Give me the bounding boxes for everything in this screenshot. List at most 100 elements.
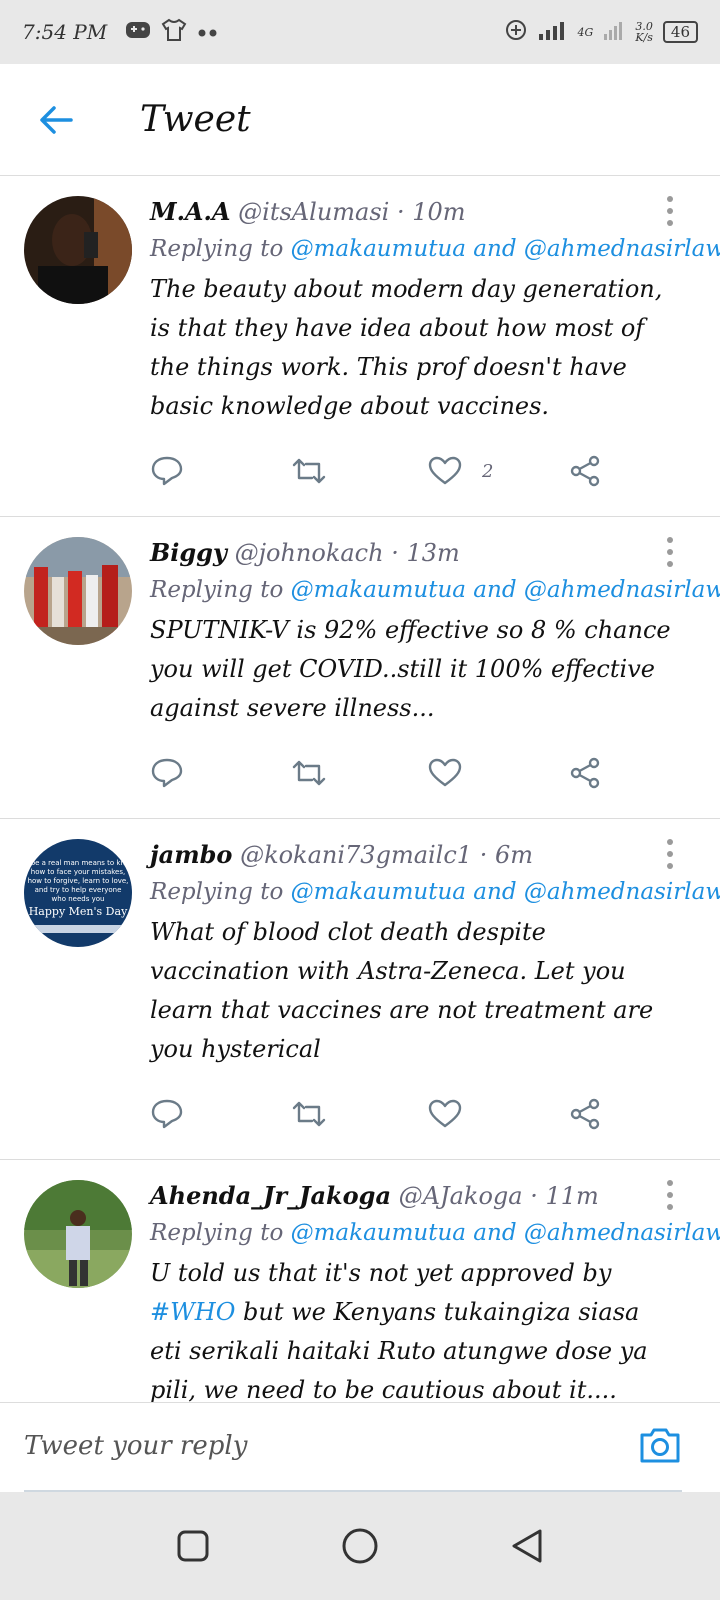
- heart-icon: [428, 456, 462, 485]
- status-time: 7:54 PM: [22, 20, 108, 44]
- mention-link[interactable]: @ahmednasirlaw: [524, 1220, 720, 1246]
- share-button[interactable]: [568, 757, 602, 789]
- tshirt-icon: [161, 18, 187, 46]
- like-button[interactable]: [428, 758, 568, 788]
- status-bar: 7:54 PM 4G 3.0 K/s 46: [0, 0, 720, 64]
- like-button[interactable]: 2: [428, 456, 568, 486]
- tweet-text: SPUTNIK-V is 92% effective so 8 % chance…: [150, 616, 671, 722]
- tweet-text: The beauty about modern day generation, …: [150, 275, 663, 420]
- square-icon: [177, 1530, 209, 1562]
- svg-text:and try to help everyone: and try to help everyone: [35, 886, 122, 894]
- replying-to: Replying to @makaumutua and @ahmednasirl…: [150, 230, 720, 268]
- reply-icon: [151, 1099, 183, 1129]
- heart-icon: [428, 758, 462, 787]
- more-notifications-icon: [197, 23, 219, 42]
- share-icon: [570, 455, 600, 487]
- retweet-button[interactable]: [290, 456, 428, 486]
- heart-icon: [428, 1099, 462, 1128]
- avatar[interactable]: To be a real man means to know how to fa…: [24, 839, 132, 947]
- signal-icon: [538, 19, 568, 45]
- retweet-icon: [292, 458, 326, 484]
- svg-text:who needs you: who needs you: [52, 895, 105, 903]
- user-handle[interactable]: @johnokach: [235, 539, 384, 567]
- user-handle[interactable]: @AJakoga: [399, 1182, 523, 1210]
- battery-indicator: 46: [662, 21, 698, 43]
- replying-to: Replying to @makaumutua and @ahmednasirl…: [150, 873, 720, 911]
- avatar[interactable]: [24, 1180, 132, 1288]
- timestamp: 13m: [406, 539, 460, 567]
- network-type: 4G: [577, 25, 594, 39]
- reply-button[interactable]: [150, 1098, 290, 1130]
- display-name[interactable]: M.A.A: [150, 197, 231, 226]
- display-name[interactable]: Biggy: [150, 538, 227, 567]
- svg-text:how to face your mistakes,: how to face your mistakes,: [31, 868, 125, 876]
- timestamp: 10m: [412, 198, 466, 226]
- tweet-actions: 2: [150, 426, 696, 516]
- avatar[interactable]: [24, 196, 132, 304]
- reply-feed[interactable]: M.A.A @itsAlumasi · 10m Replying to @mak…: [0, 176, 720, 1402]
- retweet-button[interactable]: [290, 758, 428, 788]
- tweet-text: U told us that it's not yet approved by …: [150, 1259, 648, 1402]
- tweet-text: What of blood clot death despite vaccina…: [150, 918, 654, 1063]
- retweet-button[interactable]: [290, 1099, 428, 1129]
- more-options-button[interactable]: [658, 196, 682, 226]
- more-options-button[interactable]: [658, 537, 682, 567]
- mention-link[interactable]: @ahmednasirlaw: [524, 879, 720, 905]
- circle-icon: [342, 1528, 378, 1564]
- timestamp: 11m: [545, 1182, 599, 1210]
- page-title: Tweet: [140, 99, 251, 140]
- reply-composer: Tweet your reply: [0, 1402, 720, 1492]
- like-count: 2: [482, 460, 494, 482]
- svg-text:how to forgive, learn to love,: how to forgive, learn to love,: [28, 877, 129, 885]
- tweet-item[interactable]: M.A.A @itsAlumasi · 10m Replying to @mak…: [0, 176, 720, 517]
- user-handle[interactable]: @itsAlumasi: [238, 198, 389, 226]
- data-saver-icon: [504, 18, 528, 46]
- reply-button[interactable]: [150, 757, 290, 789]
- reply-input[interactable]: Tweet your reply: [24, 1421, 614, 1471]
- signal-icon-2: [603, 19, 625, 45]
- mention-link[interactable]: @ahmednasirlaw: [524, 577, 720, 603]
- tweet-actions: [150, 1069, 696, 1159]
- tweet-item[interactable]: Ahenda_Jr_Jakoga @AJakoga · 11m Replying…: [0, 1160, 720, 1402]
- svg-text:Happy Men's Day: Happy Men's Day: [29, 905, 128, 918]
- mention-link[interactable]: @makaumutua: [291, 236, 466, 262]
- tweet-item[interactable]: To be a real man means to know how to fa…: [0, 819, 720, 1160]
- top-bar: Tweet: [0, 64, 720, 176]
- avatar[interactable]: [24, 537, 132, 645]
- gamepad-icon: [125, 19, 151, 45]
- display-name[interactable]: Ahenda_Jr_Jakoga: [150, 1181, 391, 1210]
- mention-link[interactable]: @makaumutua: [291, 879, 466, 905]
- back-nav-button[interactable]: [497, 1516, 557, 1576]
- user-handle[interactable]: @kokani73gmailc1: [240, 841, 472, 869]
- like-button[interactable]: [428, 1099, 568, 1129]
- reply-button[interactable]: [150, 455, 290, 487]
- hashtag-link[interactable]: #WHO: [150, 1298, 235, 1326]
- back-button[interactable]: [26, 90, 86, 150]
- retweet-icon: [292, 760, 326, 786]
- share-icon: [570, 757, 600, 789]
- tweet-actions: [150, 728, 696, 818]
- share-button[interactable]: [568, 1098, 602, 1130]
- share-icon: [570, 1098, 600, 1130]
- camera-button[interactable]: [638, 1423, 682, 1467]
- recents-button[interactable]: [163, 1516, 223, 1576]
- mention-link[interactable]: @makaumutua: [291, 1220, 466, 1246]
- replying-to: Replying to @makaumutua and @ahmednasirl…: [150, 571, 720, 609]
- camera-icon: [640, 1428, 680, 1463]
- timestamp: 6m: [495, 841, 534, 869]
- back-arrow-icon: [40, 105, 73, 134]
- system-nav-bar: [0, 1492, 720, 1600]
- retweet-icon: [292, 1101, 326, 1127]
- more-options-button[interactable]: [658, 839, 682, 869]
- triangle-back-icon: [512, 1529, 542, 1563]
- mention-link[interactable]: @makaumutua: [291, 577, 466, 603]
- tweet-item[interactable]: Biggy @johnokach · 13m Replying to @maka…: [0, 517, 720, 819]
- reply-icon: [151, 456, 183, 486]
- more-options-button[interactable]: [658, 1180, 682, 1210]
- home-button[interactable]: [330, 1516, 390, 1576]
- network-speed: 3.0 K/s: [635, 20, 653, 44]
- share-button[interactable]: [568, 455, 602, 487]
- reply-icon: [151, 758, 183, 788]
- display-name[interactable]: jambo: [150, 840, 232, 869]
- mention-link[interactable]: @ahmednasirlaw: [524, 236, 720, 262]
